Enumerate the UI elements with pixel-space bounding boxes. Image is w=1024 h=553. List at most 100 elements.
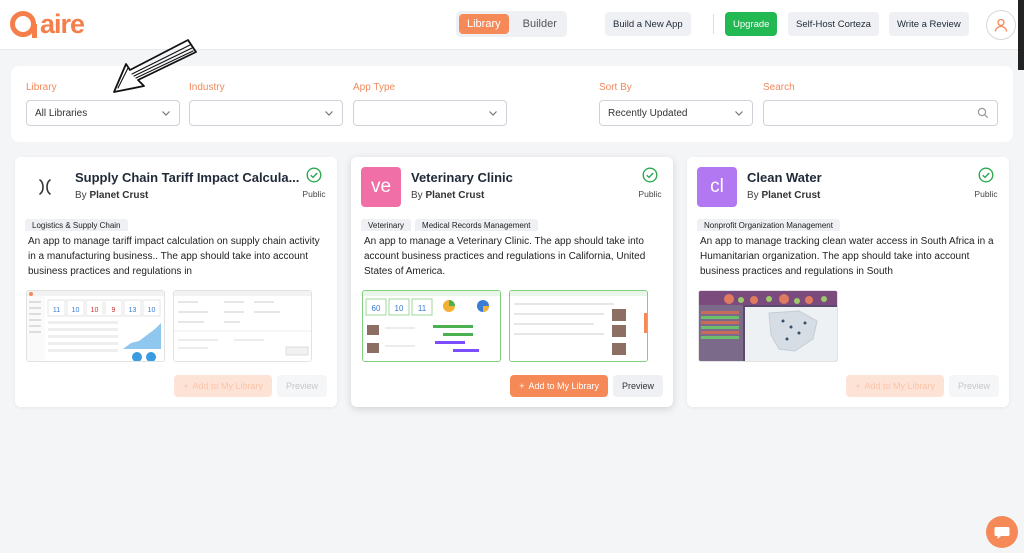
author-prefix: By [411, 190, 423, 201]
card-actions: + Add to My Library Preview [174, 375, 327, 397]
app-card[interactable]: cl Clean Water By Planet Crust Public No… [687, 157, 1009, 407]
app-title[interactable]: Veterinary Clinic [411, 170, 643, 185]
clean-water-app-icon: cl [697, 167, 737, 207]
mode-switch: Library Builder [456, 11, 567, 37]
add-label: Add to My Library [192, 381, 263, 391]
author-name: Planet Crust [761, 190, 821, 201]
public-badge: Public [971, 167, 1001, 199]
app-type-select[interactable] [353, 100, 507, 126]
aire-logo[interactable]: aire [10, 8, 85, 39]
card-actions: + Add to My Library Preview [510, 375, 663, 397]
preview-screenshot[interactable] [173, 290, 312, 362]
industry-select[interactable] [189, 100, 343, 126]
kpi-value: 13 [129, 307, 137, 314]
app-author: By Planet Crust [747, 190, 820, 201]
add-label: Add to My Library [528, 381, 599, 391]
sort-by-label: Sort By [599, 82, 632, 93]
tag-list: Nonprofit Organization Management [697, 219, 840, 231]
tag-list: Logistics & Supply Chain [25, 219, 128, 231]
sort-by-select[interactable]: Recently Updated [599, 100, 753, 126]
user-icon [994, 18, 1008, 32]
plus-icon: + [519, 381, 525, 391]
visibility-label: Public [638, 189, 662, 199]
library-select-value: All Libraries [35, 107, 88, 119]
app-type-filter-label: App Type [353, 82, 396, 93]
chevron-down-icon [489, 111, 497, 116]
sort-by-select-value: Recently Updated [608, 107, 688, 119]
search-input[interactable] [763, 100, 998, 126]
write-review-button[interactable]: Write a Review [889, 12, 969, 36]
preview-screenshot[interactable]: 60 10 11 [362, 290, 501, 362]
plus-icon: + [855, 381, 861, 391]
kpi-value: 11 [53, 307, 60, 314]
preview-button[interactable]: Preview [276, 375, 327, 397]
preview-images [698, 290, 838, 362]
build-new-app-button[interactable]: Build a New App [605, 12, 691, 36]
tab-library[interactable]: Library [459, 14, 509, 34]
app-description: An app to manage tracking clean water ac… [700, 236, 994, 277]
kpi-value: 9 [112, 307, 116, 314]
kpi-value: 60 [372, 304, 381, 313]
add-to-library-button[interactable]: + Add to My Library [846, 375, 944, 397]
author-prefix: By [75, 190, 87, 201]
app-card[interactable]: Supply Chain Tariff Impact Calcula... By… [15, 157, 337, 407]
preview-screenshot[interactable] [698, 290, 838, 362]
app-description: An app to manage tariff impact calculati… [28, 236, 320, 277]
logo-text: aire [40, 8, 85, 39]
logo-ring-icon [10, 11, 37, 38]
app-title[interactable]: Supply Chain Tariff Impact Calcula... [75, 170, 307, 185]
check-circle-icon [642, 167, 658, 183]
app-title[interactable]: Clean Water [747, 170, 979, 185]
kpi-value: 10 [72, 307, 80, 314]
kpi-value: 10 [91, 307, 99, 314]
supply-chain-app-icon [25, 167, 65, 207]
kpi-value: 10 [148, 307, 156, 314]
industry-tag[interactable]: Veterinary [361, 219, 412, 231]
chevron-down-icon [162, 111, 170, 116]
visibility-label: Public [974, 189, 998, 199]
preview-screenshot[interactable] [509, 290, 648, 362]
author-prefix: By [747, 190, 759, 201]
chat-widget-button[interactable] [986, 516, 1018, 548]
app-author: By Planet Crust [411, 190, 484, 201]
kpi-value: 11 [418, 304, 427, 313]
check-circle-icon [306, 167, 322, 183]
check-circle-icon [978, 167, 994, 183]
tag-list: Veterinary Medical Records Management [361, 219, 538, 231]
app-description: An app to manage a Veterinary Clinic. Th… [364, 236, 646, 277]
public-badge: Public [635, 167, 665, 199]
preview-button[interactable]: Preview [612, 375, 663, 397]
user-avatar[interactable] [986, 10, 1016, 40]
add-label: Add to My Library [864, 381, 935, 391]
industry-tag[interactable]: Logistics & Supply Chain [25, 219, 128, 231]
card-actions: + Add to My Library Preview [846, 375, 999, 397]
public-badge: Public [299, 167, 329, 199]
author-name: Planet Crust [425, 190, 485, 201]
add-to-library-button[interactable]: + Add to My Library [510, 375, 608, 397]
library-select[interactable]: All Libraries [26, 100, 180, 126]
preview-images: 60 10 11 [362, 290, 648, 362]
preview-images: 11 10 10 9 13 10 [26, 290, 312, 362]
upgrade-button[interactable]: Upgrade [725, 12, 778, 36]
chat-icon [994, 527, 1010, 539]
add-to-library-button[interactable]: + Add to My Library [174, 375, 272, 397]
chevron-down-icon [735, 111, 743, 116]
library-filter-label: Library [26, 82, 57, 93]
industry-tag[interactable]: Medical Records Management [415, 219, 538, 231]
arrow-annotation [113, 39, 197, 93]
window-edge [1018, 0, 1024, 70]
header-divider [713, 14, 714, 34]
industry-tag[interactable]: Nonprofit Organization Management [697, 219, 840, 231]
app-card[interactable]: ve Veterinary Clinic By Planet Crust Pub… [351, 157, 673, 407]
search-icon [977, 107, 989, 119]
chevron-down-icon [325, 111, 333, 116]
search-label: Search [763, 82, 795, 93]
preview-screenshot[interactable]: 11 10 10 9 13 10 [26, 290, 165, 362]
tab-builder[interactable]: Builder [515, 14, 565, 34]
app-author: By Planet Crust [75, 190, 148, 201]
self-host-button[interactable]: Self-Host Corteza [788, 12, 879, 36]
plus-icon: + [183, 381, 189, 391]
preview-button[interactable]: Preview [948, 375, 999, 397]
visibility-label: Public [302, 189, 326, 199]
author-name: Planet Crust [89, 190, 149, 201]
